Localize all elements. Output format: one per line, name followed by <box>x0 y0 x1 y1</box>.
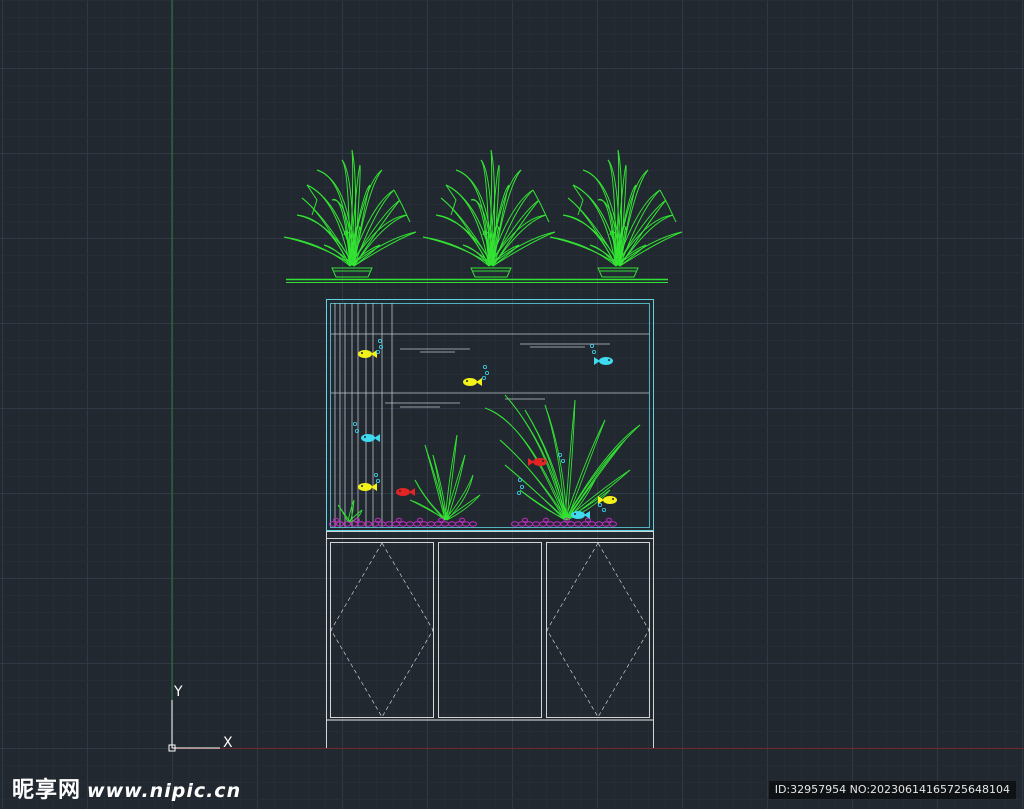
aquarium-cabinet[interactable] <box>326 531 654 749</box>
potted-plant-left[interactable] <box>283 149 417 278</box>
fish-cyan-2 <box>361 434 380 442</box>
potted-plant-right[interactable] <box>549 149 683 278</box>
watermark-site-text: www.nipic.cn <box>87 780 242 802</box>
aquatic-plant-large <box>484 394 641 521</box>
watermark-id: ID:32957954 NO:20230614165725648104 <box>768 781 1016 799</box>
ucs-x-label: X <box>223 735 233 751</box>
fish-cyan-1 <box>594 357 613 365</box>
background-grid <box>0 0 1024 809</box>
fish-red-2 <box>396 488 415 496</box>
fish-yellow-3 <box>358 483 377 491</box>
aquarium-gravel <box>329 517 617 527</box>
ucs-y-label: Y <box>173 684 183 700</box>
water-surface-lines <box>331 333 649 408</box>
cad-model-space[interactable]: Y X <box>0 0 1024 809</box>
watermark-logo-text: 昵享网 <box>12 778 82 803</box>
watermark-logo: 昵享网 www.nipic.cn <box>12 772 241 804</box>
fish-yellow-1 <box>358 350 377 358</box>
top-shelf-line[interactable] <box>286 278 668 283</box>
fish-yellow-2 <box>463 378 482 386</box>
potted-plant-center[interactable] <box>422 149 556 278</box>
